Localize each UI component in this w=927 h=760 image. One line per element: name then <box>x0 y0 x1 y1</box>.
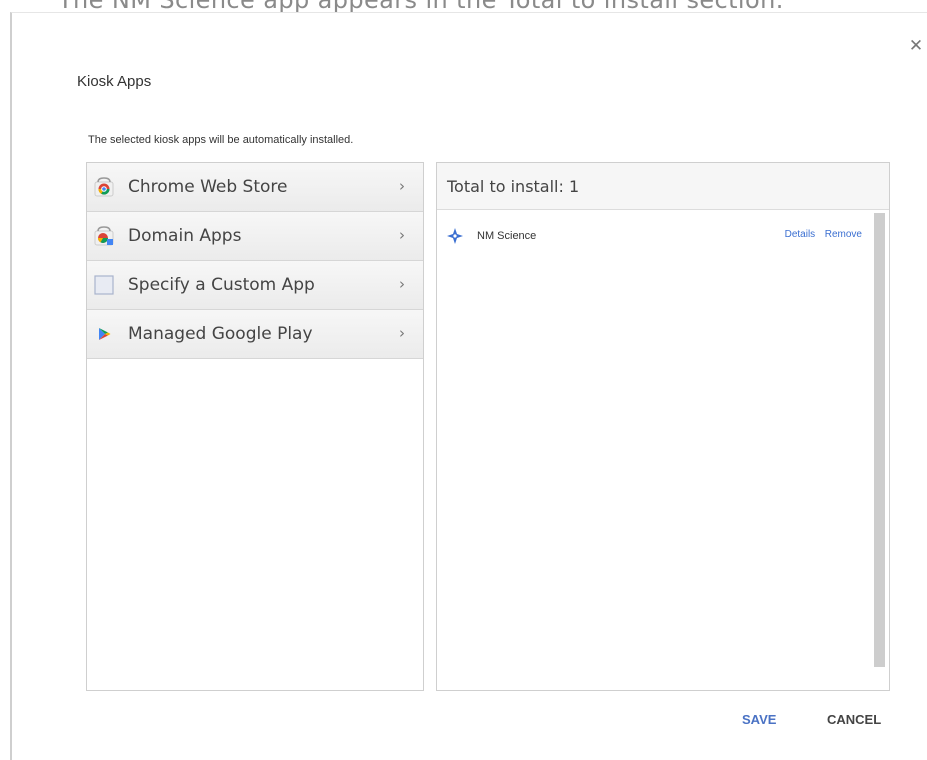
category-custom-app[interactable]: Specify a Custom App › <box>87 261 423 310</box>
install-list-panel: Total to install: 1 NM Science Details R… <box>436 162 890 691</box>
category-label: Managed Google Play <box>128 324 313 344</box>
category-managed-google-play[interactable]: Managed Google Play › <box>87 310 423 359</box>
cancel-button[interactable]: CANCEL <box>827 712 881 727</box>
category-domain-apps[interactable]: Domain Apps › <box>87 212 423 261</box>
remove-link[interactable]: Remove <box>825 229 862 240</box>
chevron-right-icon: › <box>399 177 405 195</box>
install-app-row: NM Science Details Remove <box>447 226 862 246</box>
category-label: Domain Apps <box>128 226 242 246</box>
chevron-right-icon: › <box>399 324 405 342</box>
app-actions: Details Remove <box>785 229 862 240</box>
close-icon[interactable]: ✕ <box>905 35 927 57</box>
category-chrome-web-store[interactable]: Chrome Web Store › <box>87 163 423 212</box>
chevron-right-icon: › <box>399 226 405 244</box>
chrome-web-store-icon <box>94 177 114 197</box>
puzzle-icon <box>447 228 463 244</box>
category-label: Specify a Custom App <box>128 275 315 295</box>
app-name: NM Science <box>477 230 537 242</box>
chevron-right-icon: › <box>399 275 405 293</box>
custom-app-icon <box>94 275 114 295</box>
dialog-title: Kiosk Apps <box>77 73 152 90</box>
domain-apps-icon <box>94 226 114 246</box>
dialog-subtitle: The selected kiosk apps will be automati… <box>88 134 354 146</box>
category-label: Chrome Web Store <box>128 177 288 197</box>
scrollbar-thumb[interactable] <box>874 213 885 667</box>
app-source-list: Chrome Web Store › Domain Apps › Specify… <box>86 162 424 691</box>
google-play-icon <box>94 324 114 344</box>
save-button[interactable]: SAVE <box>742 712 776 727</box>
details-link[interactable]: Details <box>785 229 816 240</box>
total-to-install-header: Total to install: 1 <box>437 163 889 210</box>
scrollbar[interactable] <box>874 213 885 667</box>
kiosk-apps-dialog: ✕ Kiosk Apps The selected kiosk apps wil… <box>10 12 927 760</box>
